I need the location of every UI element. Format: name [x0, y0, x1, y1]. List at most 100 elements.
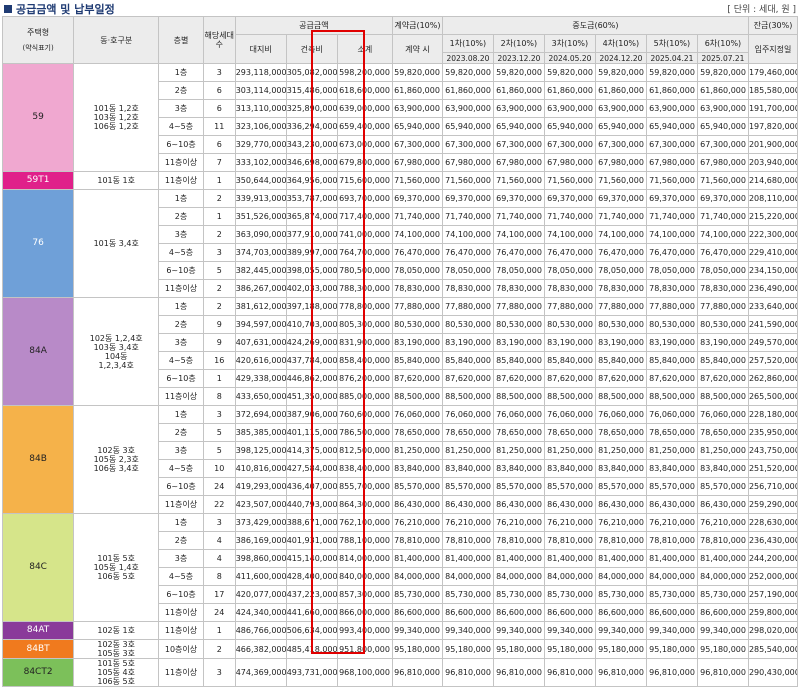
- amount-cell: 293,118,000: [234, 63, 287, 82]
- amount-cell: 377,910,000: [285, 225, 338, 244]
- table-body: 59 101동 1,2호 103동 1,2호 106동 1,2호 1층 3 293,118,…: [1, 63, 799, 687]
- amount-cell: 76,210,000: [594, 513, 647, 532]
- amount-cell: 83,190,000: [645, 333, 698, 352]
- amount-cell: 96,810,000: [696, 658, 749, 687]
- floor-cell: 2층: [158, 315, 204, 334]
- units-cell: 16: [202, 351, 236, 370]
- header-contract: 계약금(10%): [391, 16, 443, 35]
- amount-cell: 659,400,000: [336, 117, 393, 136]
- header-d3: 2024.05.20: [543, 52, 596, 64]
- amount-cell: 336,294,000: [285, 117, 338, 136]
- floor-cell: 11층이상: [158, 387, 204, 406]
- header-floor: 층별: [158, 16, 204, 64]
- amount-cell: 85,840,000: [645, 351, 698, 370]
- amount-cell: 71,560,000: [543, 171, 596, 190]
- amount-cell: 71,740,000: [696, 207, 749, 226]
- amount-cell: 59,820,000: [492, 63, 545, 82]
- amount-cell: 63,900,000: [391, 99, 443, 118]
- table-row: 84A 102동 1,2,4호 103동 3,4호 104동 1,2,3,4호 1층 2 38…: [1, 297, 799, 406]
- units-cell: 6: [202, 135, 236, 154]
- amount-cell: 67,980,000: [543, 153, 596, 172]
- table-row: 84C 101동 5호 105동 1,4호 106동 5호 1층 3 373,429,000…: [1, 513, 799, 622]
- amount-cell: 74,100,000: [391, 225, 443, 244]
- house-type-cell: 84C: [1, 513, 75, 622]
- amount-cell: 446,862,000: [285, 369, 338, 388]
- units-cell: 7: [202, 153, 236, 172]
- amount-cell: 424,269,000: [285, 333, 338, 352]
- section-title-text: 공급금액 및 납부일정: [16, 3, 115, 16]
- amount-cell: 77,880,000: [696, 297, 749, 316]
- amount-cell: 74,100,000: [492, 225, 545, 244]
- amount-cell: 77,880,000: [391, 297, 443, 316]
- amount-cell: 83,840,000: [391, 459, 443, 478]
- house-type-cell: 59: [1, 63, 75, 172]
- amount-cell: 71,560,000: [441, 171, 494, 190]
- amount-cell: 420,616,000: [234, 351, 287, 370]
- amount-cell: 87,620,000: [645, 369, 698, 388]
- header-building: 건축비: [285, 34, 338, 64]
- amount-cell: 86,600,000: [645, 603, 698, 622]
- amount-cell: 76,470,000: [391, 243, 443, 262]
- amount-cell: 315,486,000: [285, 81, 338, 100]
- amount-cell: 83,840,000: [645, 459, 698, 478]
- units-cell: 3: [202, 63, 236, 82]
- amount-cell: 233,640,000: [747, 297, 799, 316]
- amount-cell: 76,210,000: [441, 513, 494, 532]
- amount-cell: 429,338,000: [234, 369, 287, 388]
- floor-cell: 11층이상: [158, 153, 204, 172]
- amount-cell: 440,793,000: [285, 495, 338, 514]
- amount-cell: 81,400,000: [543, 549, 596, 568]
- amount-cell: 86,600,000: [594, 603, 647, 622]
- amount-cell: 78,830,000: [696, 279, 749, 298]
- amount-cell: 78,650,000: [391, 423, 443, 442]
- floor-cell: 1층: [158, 297, 204, 316]
- floor-cell: 3층: [158, 225, 204, 244]
- amount-cell: 78,050,000: [441, 261, 494, 280]
- amount-cell: 506,634,000: [285, 621, 338, 640]
- floor-cell: 3층: [158, 99, 204, 118]
- amount-cell: 78,830,000: [441, 279, 494, 298]
- amount-cell: 423,507,000: [234, 495, 287, 514]
- amount-cell: 398,860,000: [234, 549, 287, 568]
- amount-cell: 78,050,000: [492, 261, 545, 280]
- header-land: 대지비: [234, 34, 287, 64]
- amount-cell: 441,660,000: [285, 603, 338, 622]
- amount-cell: 241,590,000: [747, 315, 799, 334]
- amount-cell: 350,644,000: [234, 171, 287, 190]
- amount-cell: 85,570,000: [594, 477, 647, 496]
- header-balance: 잔금(30%): [747, 16, 799, 35]
- amount-cell: 78,810,000: [391, 531, 443, 550]
- amount-cell: 83,840,000: [696, 459, 749, 478]
- amount-cell: 419,293,000: [234, 477, 287, 496]
- floor-cell: 6~10층: [158, 369, 204, 388]
- amount-cell: 67,980,000: [696, 153, 749, 172]
- amount-cell: 81,250,000: [543, 441, 596, 460]
- units-cell: 8: [202, 387, 236, 406]
- amount-cell: 67,300,000: [543, 135, 596, 154]
- amount-cell: 78,650,000: [645, 423, 698, 442]
- amount-cell: 85,730,000: [492, 585, 545, 604]
- amount-cell: 762,100,000: [336, 513, 393, 532]
- amount-cell: 86,430,000: [696, 495, 749, 514]
- amount-cell: 78,810,000: [696, 531, 749, 550]
- amount-cell: 67,980,000: [441, 153, 494, 172]
- amount-cell: 76,060,000: [391, 405, 443, 424]
- amount-cell: 76,470,000: [543, 243, 596, 262]
- amount-cell: 96,810,000: [645, 658, 698, 687]
- amount-cell: 69,370,000: [594, 189, 647, 208]
- amount-cell: 63,900,000: [492, 99, 545, 118]
- amount-cell: 86,600,000: [391, 603, 443, 622]
- units-cell: 3: [202, 658, 236, 687]
- amount-cell: 410,703,000: [285, 315, 338, 334]
- amount-cell: 386,169,000: [234, 531, 287, 550]
- amount-cell: 78,050,000: [543, 261, 596, 280]
- amount-cell: 428,400,000: [285, 567, 338, 586]
- amount-cell: 857,300,000: [336, 585, 393, 604]
- amount-cell: 76,470,000: [645, 243, 698, 262]
- floor-cell: 2층: [158, 81, 204, 100]
- amount-cell: 85,570,000: [391, 477, 443, 496]
- amount-cell: 208,110,000: [747, 189, 799, 208]
- floor-cell: 11층이상: [158, 171, 204, 190]
- amount-cell: 201,900,000: [747, 135, 799, 154]
- header-d1: 2023.08.20: [441, 52, 494, 64]
